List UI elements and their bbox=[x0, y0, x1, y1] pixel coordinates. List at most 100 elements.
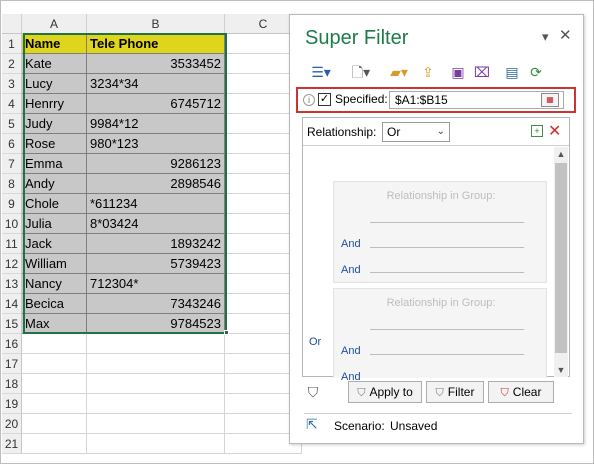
condition-line[interactable] bbox=[370, 329, 524, 330]
column-header-b[interactable]: B bbox=[87, 14, 225, 34]
cell-a[interactable]: Chole bbox=[22, 194, 87, 214]
save-as-folder-icon[interactable]: ⇪ bbox=[418, 61, 438, 83]
cell-a[interactable]: Kate bbox=[22, 54, 87, 74]
cell-b[interactable] bbox=[87, 434, 225, 454]
cell-a[interactable]: Becica bbox=[22, 294, 87, 314]
cell-a[interactable]: Emma bbox=[22, 154, 87, 174]
save-icon[interactable]: ▣ bbox=[448, 61, 468, 83]
row-number[interactable]: 11 bbox=[2, 234, 22, 254]
cell-a[interactable]: Nancy bbox=[22, 274, 87, 294]
cell-a[interactable] bbox=[22, 354, 87, 374]
cell-a[interactable]: William bbox=[22, 254, 87, 274]
cell-b[interactable] bbox=[87, 374, 225, 394]
scroll-down-icon[interactable]: ▼ bbox=[554, 363, 568, 377]
cell-a[interactable]: Lucy bbox=[22, 74, 87, 94]
cell-b[interactable] bbox=[87, 354, 225, 374]
row-number[interactable]: 14 bbox=[2, 294, 22, 314]
close-icon[interactable]: ✕ bbox=[559, 26, 572, 44]
row-number[interactable]: 10 bbox=[2, 214, 22, 234]
vertical-scrollbar[interactable]: ▲ ▼ bbox=[554, 147, 568, 377]
cell-b[interactable] bbox=[87, 414, 225, 434]
cell-b[interactable]: 712304* bbox=[87, 274, 225, 294]
row-number[interactable]: 17 bbox=[2, 354, 22, 374]
cell-a[interactable] bbox=[22, 434, 87, 454]
cell-a[interactable]: Max bbox=[22, 314, 87, 334]
cell-b[interactable]: 6745712 bbox=[87, 94, 225, 114]
cell-b[interactable]: 2898546 bbox=[87, 174, 225, 194]
cell-a[interactable]: Judy bbox=[22, 114, 87, 134]
row-number[interactable]: 2 bbox=[2, 54, 22, 74]
cell-b[interactable]: 5739423 bbox=[87, 254, 225, 274]
cell-a[interactable] bbox=[22, 394, 87, 414]
row-number[interactable]: 3 bbox=[2, 74, 22, 94]
cell-b[interactable]: Tele Phone bbox=[87, 34, 225, 54]
specified-checkbox[interactable]: ✓ bbox=[318, 93, 331, 106]
scenario-manager-icon[interactable]: ▤ bbox=[502, 61, 522, 83]
scroll-up-icon[interactable]: ▲ bbox=[554, 147, 568, 161]
row-number[interactable]: 16 bbox=[2, 334, 22, 354]
cell-b[interactable]: 1893242 bbox=[87, 234, 225, 254]
row-number[interactable]: 21 bbox=[2, 434, 22, 454]
row-number[interactable]: 15 bbox=[2, 314, 22, 334]
column-header-a[interactable]: A bbox=[22, 14, 87, 34]
cell-a[interactable]: Julia bbox=[22, 214, 87, 234]
row-number[interactable]: 9 bbox=[2, 194, 22, 214]
or-label[interactable]: Or bbox=[309, 336, 321, 348]
panel-menu-dropdown-icon[interactable]: ▾ bbox=[542, 29, 549, 45]
row-number[interactable]: 19 bbox=[2, 394, 22, 414]
row-number[interactable]: 12 bbox=[2, 254, 22, 274]
and-label[interactable]: And bbox=[341, 264, 361, 276]
info-icon[interactable]: i bbox=[303, 94, 315, 106]
cell-b[interactable] bbox=[87, 394, 225, 414]
condition-line[interactable] bbox=[370, 272, 524, 273]
cell-a[interactable] bbox=[22, 374, 87, 394]
save-close-icon[interactable]: ⌧ bbox=[472, 61, 492, 83]
open-folder-icon[interactable]: ▰▾ bbox=[384, 61, 414, 83]
add-group-icon[interactable]: + bbox=[531, 125, 543, 137]
cell-a[interactable] bbox=[22, 414, 87, 434]
cell-a[interactable]: Andy bbox=[22, 174, 87, 194]
cell-a[interactable]: Henrry bbox=[22, 94, 87, 114]
row-number[interactable]: 20 bbox=[2, 414, 22, 434]
cell-a[interactable]: Rose bbox=[22, 134, 87, 154]
range-input[interactable]: $A1:$B15 ▦ bbox=[389, 91, 564, 109]
menu-lines-icon[interactable]: ☰▾ bbox=[306, 61, 336, 83]
cell-b[interactable]: 9984*12 bbox=[87, 114, 225, 134]
row-number[interactable]: 1 bbox=[2, 34, 22, 54]
cell-b[interactable]: 9784523 bbox=[87, 314, 225, 334]
cell-b[interactable]: 8*03424 bbox=[87, 214, 225, 234]
condition-line[interactable] bbox=[370, 222, 524, 223]
row-number[interactable]: 4 bbox=[2, 94, 22, 114]
and-label[interactable]: And bbox=[341, 238, 361, 250]
apply-to-button[interactable]: ⛉ Apply to bbox=[348, 381, 422, 403]
scroll-thumb[interactable] bbox=[555, 163, 567, 353]
row-number[interactable]: 6 bbox=[2, 134, 22, 154]
relationship-select[interactable]: Or ⌄ bbox=[382, 122, 450, 142]
delete-group-icon[interactable]: ✕ bbox=[548, 121, 561, 141]
cell-b[interactable]: 980*123 bbox=[87, 134, 225, 154]
condition-line[interactable] bbox=[370, 354, 524, 355]
select-all-corner[interactable] bbox=[2, 14, 22, 34]
cell-a[interactable]: Jack bbox=[22, 234, 87, 254]
cell-b[interactable]: *611234 bbox=[87, 194, 225, 214]
condition-line[interactable] bbox=[370, 247, 524, 248]
fill-handle[interactable] bbox=[224, 330, 229, 335]
cell-b[interactable]: 3533452 bbox=[87, 54, 225, 74]
cell-a[interactable] bbox=[22, 334, 87, 354]
row-number[interactable]: 8 bbox=[2, 174, 22, 194]
row-number[interactable]: 13 bbox=[2, 274, 22, 294]
cell-b[interactable] bbox=[87, 334, 225, 354]
cell-a[interactable]: Name bbox=[22, 34, 87, 54]
add-filter-icon[interactable]: ⛉ bbox=[304, 383, 322, 401]
row-number[interactable]: 18 bbox=[2, 374, 22, 394]
cell-b[interactable]: 9286123 bbox=[87, 154, 225, 174]
row-number[interactable]: 5 bbox=[2, 114, 22, 134]
open-scenario-icon[interactable]: ⇱ bbox=[306, 416, 318, 433]
cell-b[interactable]: 7343246 bbox=[87, 294, 225, 314]
refresh-icon[interactable]: ⟳ bbox=[526, 61, 546, 83]
clear-button[interactable]: ⛉ Clear bbox=[488, 381, 554, 403]
range-select-icon[interactable]: ▦ bbox=[541, 93, 559, 107]
new-document-icon[interactable]: 🗋▾ bbox=[346, 61, 376, 83]
and-label[interactable]: And bbox=[341, 345, 361, 357]
filter-button[interactable]: ⛉ Filter bbox=[426, 381, 484, 403]
